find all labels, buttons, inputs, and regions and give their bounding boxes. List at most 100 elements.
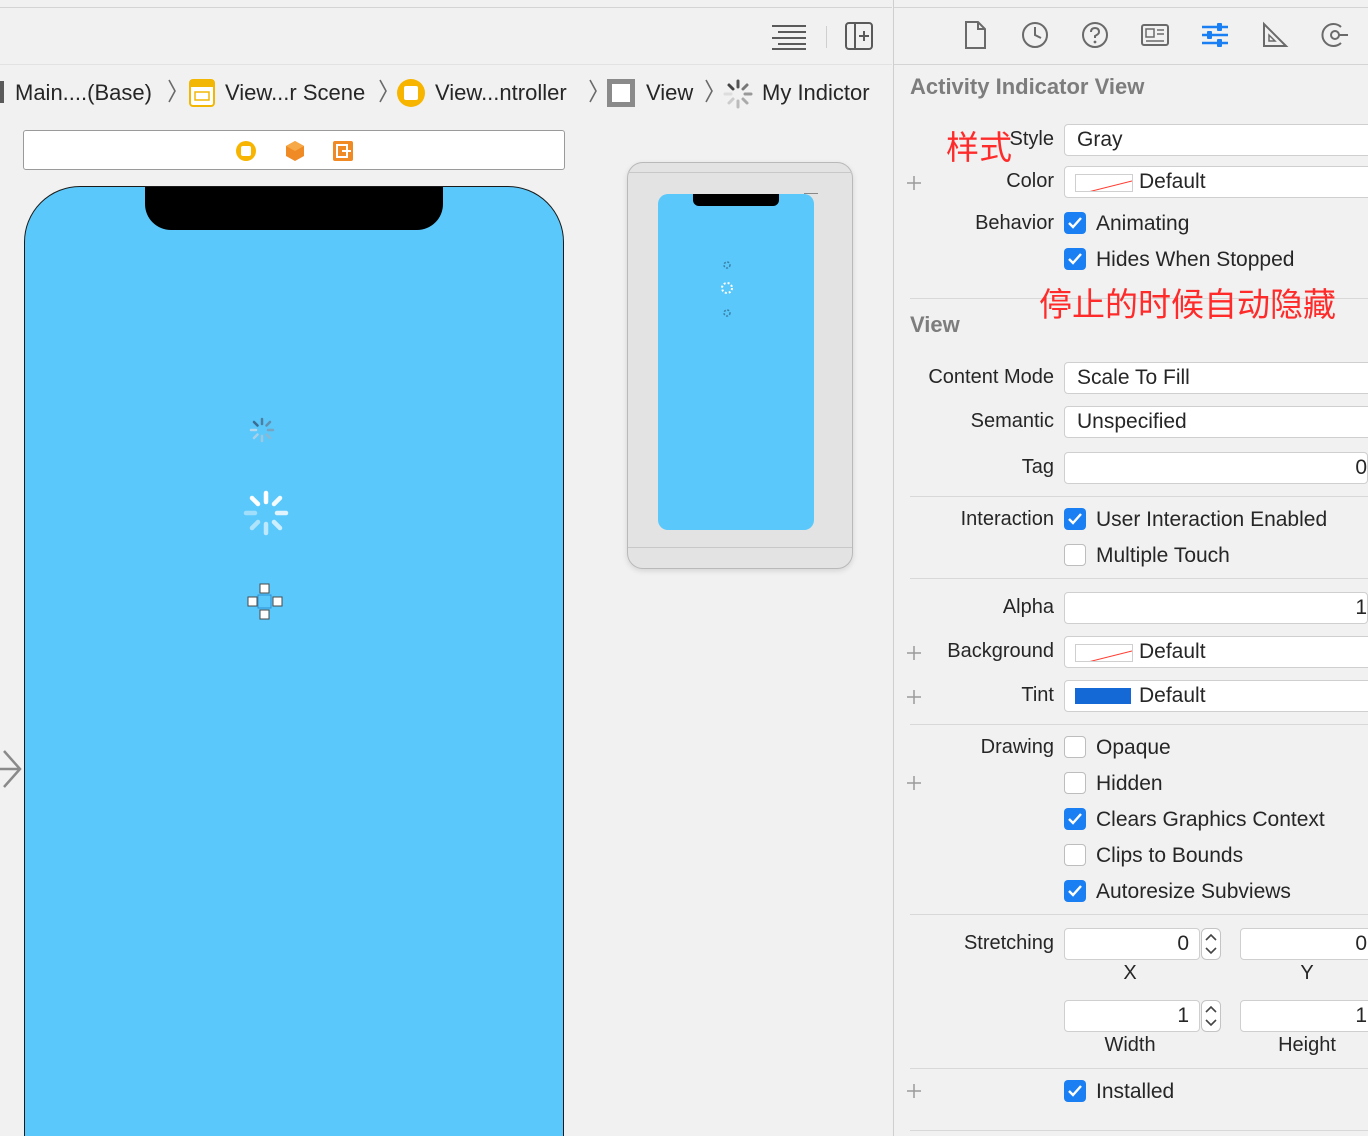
checkbox-checked[interactable] — [1064, 1080, 1086, 1102]
checkbox-checked[interactable] — [1064, 508, 1086, 530]
first-responder-icon[interactable] — [285, 140, 305, 162]
exit-icon[interactable] — [332, 140, 354, 162]
color-label: Color — [1006, 170, 1054, 192]
preview-top-line — [628, 172, 852, 173]
background-popup[interactable]: Default — [1064, 636, 1368, 668]
identity-inspector-icon[interactable] — [1140, 20, 1170, 50]
width-caption: Width — [1104, 1034, 1156, 1056]
hides-annotation: 停止的时候自动隐藏 — [1039, 285, 1336, 324]
hidden-label: Hidden — [1096, 772, 1163, 795]
content-mode-label: Content Mode — [928, 366, 1054, 388]
device-canvas-view[interactable] — [24, 186, 564, 1136]
checkbox-checked[interactable] — [1064, 212, 1086, 234]
toolbar-divider — [826, 26, 827, 48]
user-interaction-label: User Interaction Enabled — [1096, 508, 1328, 531]
chevron-right-icon — [705, 79, 713, 103]
connections-inspector-icon[interactable] — [1320, 20, 1350, 50]
breadcrumb-item-storyboard[interactable]: Main....(Base) — [15, 65, 152, 121]
separator — [910, 496, 1368, 497]
checkbox-checked[interactable] — [1064, 808, 1086, 830]
attributes-inspector-icon[interactable] — [1200, 20, 1230, 50]
semantic-popup[interactable]: Unspecified — [1064, 406, 1368, 438]
quick-help-icon[interactable] — [1080, 20, 1110, 50]
section-title-activity: Activity Indicator View — [910, 74, 1145, 99]
stretch-width-stepper[interactable] — [1201, 1000, 1221, 1032]
chevron-right-icon — [589, 79, 597, 103]
stretch-x-stepper[interactable] — [1201, 928, 1221, 960]
add-editor-icon[interactable] — [844, 21, 874, 51]
content-mode-popup[interactable]: Scale To Fill — [1064, 362, 1368, 394]
tint-popup[interactable]: Default — [1064, 680, 1368, 712]
editor-toolbar — [0, 8, 892, 64]
storyboard-canvas[interactable] — [0, 121, 892, 1136]
breadcrumb-item-scene[interactable]: View...r Scene — [225, 65, 365, 121]
preview-indicator-icon — [723, 261, 731, 269]
tag-label: Tag — [1021, 456, 1054, 478]
breadcrumb-item-view[interactable]: View — [646, 65, 693, 121]
chevron-right-icon — [379, 79, 387, 103]
separator — [910, 1068, 1368, 1069]
scene-dock — [23, 130, 565, 170]
checkbox-unchecked[interactable] — [1064, 736, 1086, 758]
checkbox-checked[interactable] — [1064, 248, 1086, 270]
style-annotation: 样式 — [946, 128, 1012, 167]
checkbox-unchecked[interactable] — [1064, 772, 1086, 794]
hides-when-stopped-label: Hides When Stopped — [1096, 248, 1295, 271]
autoresize-label: Autoresize Subviews — [1096, 880, 1291, 903]
chevron-right-icon — [168, 79, 176, 103]
stretch-x-field[interactable]: 0 — [1064, 928, 1200, 960]
tint-color-swatch — [1075, 688, 1131, 704]
checkbox-unchecked[interactable] — [1064, 544, 1086, 566]
background-value: Default — [1139, 640, 1206, 663]
breadcrumb-item-indicator[interactable]: My Indictor — [762, 65, 870, 121]
background-label: Background — [947, 640, 1054, 662]
window-top-strip — [894, 0, 1368, 8]
separator — [910, 1130, 1368, 1131]
no-color-swatch — [1075, 174, 1133, 192]
plus-icon[interactable] — [906, 775, 922, 791]
separator — [910, 578, 1368, 579]
selected-indicator-handles[interactable] — [246, 583, 286, 621]
multiple-touch-label: Multiple Touch — [1096, 544, 1230, 567]
device-preview-notch — [693, 194, 779, 206]
height-caption: Height — [1278, 1034, 1336, 1056]
window-top-strip — [0, 0, 892, 8]
scene-icon — [189, 79, 215, 107]
initial-scene-arrow-icon — [0, 750, 22, 788]
activity-indicator-white-large[interactable] — [241, 489, 291, 537]
preview-marker — [804, 193, 818, 194]
stretching-label: Stretching — [963, 932, 1054, 954]
stretch-y-field[interactable]: 0 — [1240, 928, 1368, 960]
stretch-width-field[interactable]: 1 — [1064, 1000, 1200, 1032]
attributes-inspector: Activity Indicator View Style Gray 样式 Co… — [893, 0, 1368, 1136]
checkbox-checked[interactable] — [1064, 880, 1086, 902]
semantic-label: Semantic — [970, 410, 1054, 432]
y-caption: Y — [1300, 962, 1314, 984]
opaque-label: Opaque — [1096, 736, 1171, 759]
editor-options-icon[interactable] — [770, 22, 810, 50]
x-caption: X — [1123, 962, 1137, 984]
checkbox-unchecked[interactable] — [1064, 844, 1086, 866]
activity-indicator-icon — [723, 79, 753, 109]
plus-icon[interactable] — [906, 1083, 922, 1099]
breadcrumb: Main....(Base) View...r Scene View...ntr… — [0, 64, 892, 122]
size-inspector-icon[interactable] — [1260, 20, 1290, 50]
activity-indicator-gray[interactable] — [248, 416, 276, 444]
style-popup[interactable]: Gray — [1064, 124, 1368, 156]
file-inspector-icon[interactable] — [960, 20, 990, 50]
separator — [910, 724, 1368, 725]
history-inspector-icon[interactable] — [1020, 20, 1050, 50]
view-controller-dock-icon[interactable] — [235, 140, 257, 162]
tag-field[interactable]: 0 — [1064, 452, 1368, 484]
preview-indicator-icon — [721, 282, 733, 294]
color-popup[interactable]: Default — [1064, 166, 1368, 198]
preview-bottom-line — [628, 547, 852, 548]
inspector-tabs — [894, 8, 1368, 65]
stretch-height-field[interactable]: 1 — [1240, 1000, 1368, 1032]
installed-label: Installed — [1096, 1080, 1175, 1103]
breadcrumb-edge-marker — [0, 81, 4, 103]
alpha-field[interactable]: 1 — [1064, 592, 1368, 624]
breadcrumb-item-view-controller[interactable]: View...ntroller — [435, 65, 567, 121]
view-icon — [607, 79, 635, 107]
view-controller-icon — [397, 79, 425, 107]
